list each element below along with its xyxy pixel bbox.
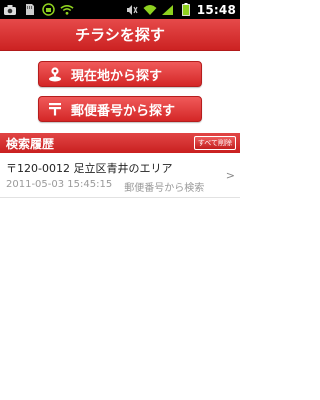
search-current-location-button[interactable]: 現在地から探す [38,61,202,87]
history-item-datetime: 2011-05-03 15:45:15 [6,179,113,190]
search-postal-code-button[interactable]: 郵便番号から探す [38,96,202,122]
clock: 15:48 [196,2,236,17]
notification-icons [0,3,74,17]
signal-icon [161,3,175,17]
camera-icon [3,3,17,17]
postal-mark-icon [47,101,63,117]
location-pin-icon [47,66,63,82]
page-title: チラシを探す [75,26,165,44]
mute-icon [125,3,139,17]
search-history-title: 検索履歴 [6,136,55,151]
history-item-meta: 2011-05-03 15:45:15 郵便番号から検索 [6,179,204,194]
sd-card-icon [22,3,36,17]
system-icons: 15:48 [125,3,240,17]
wifi-icon [60,3,74,17]
search-current-location-label: 現在地から探す [71,68,163,84]
history-list-item[interactable]: 〒120-0012 足立区青井のエリア 2011-05-03 15:45:15 … [0,154,240,198]
delete-all-button[interactable]: すべて削除 [193,136,236,150]
app-header: チラシを探す [0,19,240,51]
search-postal-code-label: 郵便番号から探す [71,103,176,119]
history-item-method: 郵便番号から検索 [124,183,205,194]
search-history-header: 検索履歴 すべて削除 [0,133,240,153]
chevron-right-icon: > [225,169,235,182]
history-item-address: 〒120-0012 足立区青井のエリア [6,162,173,175]
android-debug-icon [41,3,55,17]
status-bar: 15:48 [0,0,240,19]
wifi-signal-icon [143,3,157,17]
battery-icon [179,3,193,17]
